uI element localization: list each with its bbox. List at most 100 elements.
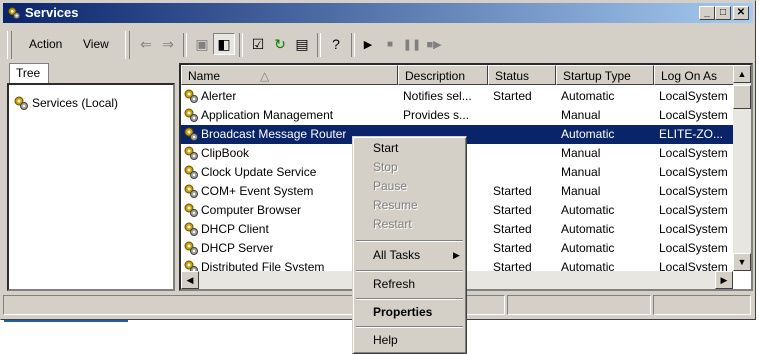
restart-service-icon[interactable]: ■▶ [423, 33, 445, 55]
minimize-button[interactable]: _ [699, 6, 715, 20]
forward-arrow-icon[interactable]: ⇒ [157, 33, 179, 55]
cell-name: COM+ Event System [201, 184, 314, 198]
cell-startup: Automatic [561, 222, 615, 236]
service-gear-icon [183, 240, 199, 256]
cell-logon: ELITE-ZO... [659, 127, 724, 141]
context-menu-restart: Restart [373, 217, 412, 231]
export-list-icon[interactable]: ▤ [291, 33, 313, 55]
context-menu-resume: Resume [373, 198, 418, 212]
cell-logon: LocalSystem [659, 108, 728, 122]
maximize-button[interactable]: □ [715, 6, 731, 20]
toolbar: Action View ⇐ ⇒ ▣ ◧ ☑ ↻ ▤ ? ▶ ■ ❚❚ ■▶ [3, 25, 753, 65]
column-header-description[interactable]: Description [398, 65, 488, 85]
status-pane [653, 295, 751, 315]
cell-logon: LocalSystem [659, 89, 728, 103]
cell-startup: Manual [561, 165, 601, 179]
close-button[interactable]: ✕ [733, 6, 749, 20]
tree-item-label: Services (Local) [32, 96, 119, 110]
cell-status: Started [493, 89, 532, 103]
context-menu-separator [356, 240, 463, 242]
context-menu-help[interactable]: Help [355, 331, 464, 350]
scroll-up-icon[interactable]: ▲ [733, 65, 751, 83]
scroll-thumb[interactable] [733, 85, 751, 109]
menu-view[interactable]: View [83, 37, 109, 51]
menu-action[interactable]: Action [29, 37, 62, 51]
cell-description: Notifies sel... [403, 89, 472, 103]
submenu-arrow-icon: ▶ [453, 250, 460, 260]
window-title: Services [25, 5, 79, 20]
toolbar-separator [239, 33, 243, 57]
cell-logon: LocalSystem [659, 241, 728, 255]
cell-status: Started [493, 184, 532, 198]
cell-logon: LocalSystem [659, 184, 728, 198]
context-menu-refresh[interactable]: Refresh [355, 275, 464, 294]
pause-service-icon[interactable]: ❚❚ [401, 33, 423, 55]
table-row[interactable]: Application Management Provides s... Manua… [181, 106, 733, 125]
tree-item-services-local[interactable]: Services (Local) [13, 95, 118, 111]
context-menu-pause: Pause [373, 179, 408, 193]
toolbar-grip [125, 31, 130, 59]
cell-name: Computer Browser [201, 203, 302, 217]
tab-tree[interactable]: Tree [9, 63, 49, 83]
column-header-status[interactable]: Status [488, 65, 556, 85]
cell-startup: Automatic [561, 203, 615, 217]
cell-status: Started [493, 241, 532, 255]
cell-status: Started [493, 222, 532, 236]
column-header-startup-type[interactable]: Startup Type [556, 65, 654, 85]
cell-name: DHCP Client [201, 222, 269, 236]
context-menu-all-tasks[interactable]: All Tasks ▶ [355, 246, 464, 265]
cell-startup: Manual [561, 146, 601, 160]
stop-service-icon[interactable]: ■ [379, 33, 401, 55]
start-service-icon[interactable]: ▶ [357, 33, 379, 55]
cell-name: Alerter [201, 89, 237, 103]
cell-name: Application Management [201, 108, 334, 122]
taskbar-edge [4, 320, 128, 322]
cell-name: Clock Update Service [201, 165, 317, 179]
context-menu-separator [356, 298, 463, 300]
table-row[interactable]: Alerter Notifies sel... Started Automatic Lo… [181, 87, 733, 106]
cell-logon: LocalSystem [659, 165, 728, 179]
cell-startup: Automatic [561, 89, 615, 103]
toolbar-grip [7, 31, 12, 59]
service-gear-icon [183, 107, 199, 123]
sort-ascending-icon: △ [260, 69, 270, 83]
toolbar-separator [351, 33, 355, 57]
context-menu-start[interactable]: Start [355, 139, 464, 158]
refresh-icon[interactable]: ↻ [269, 33, 291, 55]
all-tasks-label: All Tasks [373, 248, 421, 262]
service-gear-icon [183, 145, 199, 161]
cell-status: Started [493, 203, 532, 217]
cell-name: ClipBook [201, 146, 250, 160]
tree-pane: Services (Local) [7, 83, 175, 291]
service-gear-icon [183, 88, 199, 104]
services-gear-icon [13, 95, 29, 111]
cell-logon: LocalSystem [659, 203, 728, 217]
scroll-down-icon[interactable]: ▼ [733, 253, 751, 271]
cell-startup: Manual [561, 108, 601, 122]
show-hide-tree-icon[interactable]: ◧ [213, 33, 235, 55]
cell-description: Provides s... [403, 108, 470, 122]
service-gear-icon [183, 183, 199, 199]
context-menu-properties[interactable]: Properties [355, 303, 464, 322]
context-menu-stop: Stop [373, 160, 398, 174]
vertical-scrollbar[interactable]: ▲ ▼ [733, 65, 751, 271]
column-header-log-on-as[interactable]: Log On As [654, 65, 734, 85]
services-gear-icon [6, 6, 22, 20]
cell-startup: Automatic [561, 241, 615, 255]
scroll-right-icon[interactable]: ▶ [715, 271, 733, 289]
status-pane [507, 295, 651, 315]
back-arrow-icon[interactable]: ⇐ [135, 33, 157, 55]
toolbar-separator [317, 33, 321, 57]
properties-icon[interactable]: ☑ [247, 33, 269, 55]
title-bar[interactable]: Services _ □ ✕ [3, 3, 753, 23]
column-header-name[interactable]: Name △ [181, 65, 398, 85]
scroll-left-icon[interactable]: ◀ [181, 271, 199, 289]
cell-logon: LocalSystem [659, 146, 728, 160]
toolbar-separator [183, 33, 187, 57]
up-folder-icon[interactable]: ▣ [191, 33, 213, 55]
service-gear-icon [183, 126, 199, 142]
help-icon[interactable]: ? [325, 33, 347, 55]
context-menu: Start Stop Pause Resume Restart All Task… [352, 136, 467, 354]
context-menu-separator [356, 270, 463, 272]
status-pane [3, 295, 383, 315]
